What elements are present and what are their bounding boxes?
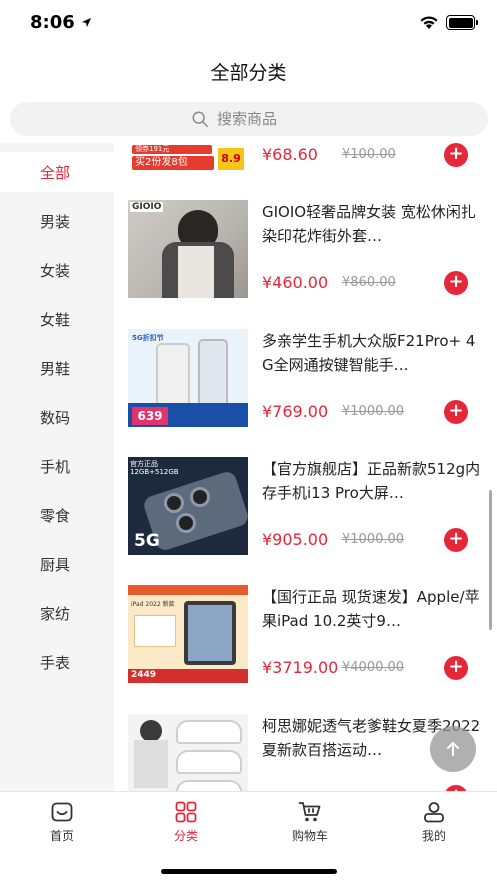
sidebar-item-label: 全部 xyxy=(40,163,71,182)
tab-label: 购物车 xyxy=(291,829,328,843)
plus-icon: + xyxy=(448,400,464,421)
product-image: 5G折扣节 639 xyxy=(128,329,248,427)
product-card[interactable]: 5G折扣节 639 多亲学生手机大众版F21Pro+ 4G全网通按键智能手… ¥… xyxy=(114,329,497,457)
sidebar-item-womens-shoes[interactable]: 女鞋 xyxy=(0,299,114,339)
sidebar-item-label: 零食 xyxy=(40,506,71,525)
sidebar-item-watches[interactable]: 手表 xyxy=(0,642,114,682)
product-image: 官方正品 12GB+512GB 5G xyxy=(128,457,248,555)
user-icon xyxy=(424,802,444,823)
sidebar-item-womenswear[interactable]: 女装 xyxy=(0,250,114,290)
product-image: GIOIO xyxy=(128,200,248,298)
product-old-price: ¥4000.00 xyxy=(342,660,405,675)
product-price: ¥68.60 xyxy=(262,145,318,164)
page-title: 全部分类 xyxy=(210,62,287,84)
sidebar-item-home-textiles[interactable]: 家纺 xyxy=(0,593,114,633)
tab-category[interactable]: 分类 xyxy=(124,800,248,844)
product-title: GIOIO轻奢品牌女装 宽松休闲扎染印花炸街外套… xyxy=(262,203,476,245)
product-price: ¥769.00 xyxy=(262,402,329,421)
tab-cart[interactable]: 购物车 xyxy=(248,800,372,844)
product-old-price: ¥860.00 xyxy=(342,275,396,290)
search-input[interactable] xyxy=(217,110,307,128)
add-to-cart-button[interactable]: + xyxy=(444,400,468,424)
tab-home[interactable]: 首页 xyxy=(0,800,124,844)
plus-icon: + xyxy=(448,143,464,164)
product-price: ¥460.00 xyxy=(262,273,329,292)
sidebar-item-all[interactable]: 全部 xyxy=(0,152,114,192)
product-image-line2: 12GB+512GB xyxy=(130,468,179,476)
status-time: 8:06 xyxy=(30,12,75,33)
product-old-price: ¥1000.00 xyxy=(342,404,405,419)
category-sidebar: 全部 男装 女装 女鞋 男鞋 数码 手机 零食 厨具 家纺 手表 xyxy=(0,143,114,791)
product-title: 多亲学生手机大众版F21Pro+ 4G全网通按键智能手… xyxy=(262,332,476,374)
sidebar-item-phones[interactable]: 手机 xyxy=(0,446,114,486)
tab-label: 我的 xyxy=(421,829,446,843)
back-to-top-button[interactable] xyxy=(430,726,476,772)
plus-icon: + xyxy=(448,528,464,549)
product-old-price: ¥1000.00 xyxy=(342,532,405,547)
sidebar-item-menswear[interactable]: 男装 xyxy=(0,201,114,241)
product-list: 领券191元 买2份发8包 8.9 ¥68.60 ¥100.00 + GIOIO… xyxy=(114,143,497,791)
product-image: 领券191元 买2份发8包 8.9 xyxy=(128,143,248,170)
plus-icon: + xyxy=(448,656,464,677)
product-title: 【官方旗舰店】正品新款512g内存手机i13 Pro大屏… xyxy=(262,460,481,502)
product-image xyxy=(128,714,248,791)
search-bar[interactable] xyxy=(10,102,488,136)
tab-profile[interactable]: 我的 xyxy=(372,800,496,844)
home-icon xyxy=(51,802,73,822)
add-to-cart-button[interactable]: + xyxy=(444,656,468,680)
sidebar-item-label: 男鞋 xyxy=(40,359,71,378)
product-banner-promo: 买2份发8包 xyxy=(132,156,214,170)
product-image-price: 639 xyxy=(132,407,168,425)
product-card[interactable]: 官方正品 12GB+512GB 5G 【官方旗舰店】正品新款512g内存手机i1… xyxy=(114,457,497,585)
sidebar-item-label: 家纺 xyxy=(40,604,71,623)
status-bar: 8:06 xyxy=(0,0,497,48)
tab-label: 分类 xyxy=(173,829,198,843)
product-image: iPad 2022 新款 2449 xyxy=(128,585,248,683)
add-to-cart-button[interactable]: + xyxy=(444,271,468,295)
add-to-cart-button[interactable]: + xyxy=(444,143,468,167)
product-price: ¥3719.00 xyxy=(262,658,339,677)
sidebar-item-label: 男装 xyxy=(40,212,71,231)
product-banner-badge: 8.9 xyxy=(218,148,244,170)
product-image-brand: GIOIO xyxy=(130,202,164,212)
home-indicator xyxy=(161,869,337,874)
product-banner-coupon: 领券191元 xyxy=(132,145,212,154)
sidebar-item-kitchenware[interactable]: 厨具 xyxy=(0,544,114,584)
wifi-icon xyxy=(420,16,438,29)
product-price: ¥905.00 xyxy=(262,530,329,549)
sidebar-item-label: 数码 xyxy=(40,408,71,427)
screen: 8:06 全部分类 全部 男装 女装 女鞋 男鞋 数码 手机 零食 厨具 家纺 … xyxy=(0,0,497,883)
plus-icon: + xyxy=(448,271,464,292)
sidebar-item-mens-shoes[interactable]: 男鞋 xyxy=(0,348,114,388)
sidebar-item-label: 手机 xyxy=(40,457,71,476)
add-to-cart-button[interactable]: + xyxy=(444,528,468,552)
tab-label: 首页 xyxy=(49,829,74,843)
product-card[interactable]: GIOIO GIOIO轻奢品牌女装 宽松休闲扎染印花炸街外套… ¥460.00 … xyxy=(114,200,497,328)
sidebar-item-label: 女装 xyxy=(40,261,71,280)
grid-icon xyxy=(175,801,197,823)
product-card[interactable]: iPad 2022 新款 2449 【国行正品 现货速发】Apple/苹果iPa… xyxy=(114,585,497,713)
sidebar-item-label: 厨具 xyxy=(40,555,71,574)
sidebar-item-label: 手表 xyxy=(40,653,71,672)
sidebar-item-snacks[interactable]: 零食 xyxy=(0,495,114,535)
product-image-line1: iPad 2022 新款 xyxy=(131,601,175,608)
product-image-tag: 5G xyxy=(134,531,160,551)
product-image-price: 2449 xyxy=(131,670,157,680)
cart-icon xyxy=(298,802,321,822)
sidebar-item-label: 女鞋 xyxy=(40,310,71,329)
product-image-tag: 5G折扣节 xyxy=(132,334,164,342)
battery-icon xyxy=(446,15,475,30)
location-arrow-icon xyxy=(81,17,92,28)
search-icon xyxy=(192,111,208,127)
product-card[interactable]: 领券191元 买2份发8包 8.9 ¥68.60 ¥100.00 + xyxy=(114,143,497,200)
arrow-up-icon xyxy=(447,742,459,756)
product-title: 【国行正品 现货速发】Apple/苹果iPad 10.2英寸9… xyxy=(262,588,480,630)
sidebar-item-digital[interactable]: 数码 xyxy=(0,397,114,437)
scrollbar[interactable] xyxy=(489,490,492,630)
battery-cap xyxy=(476,20,478,25)
product-old-price: ¥100.00 xyxy=(342,147,396,162)
